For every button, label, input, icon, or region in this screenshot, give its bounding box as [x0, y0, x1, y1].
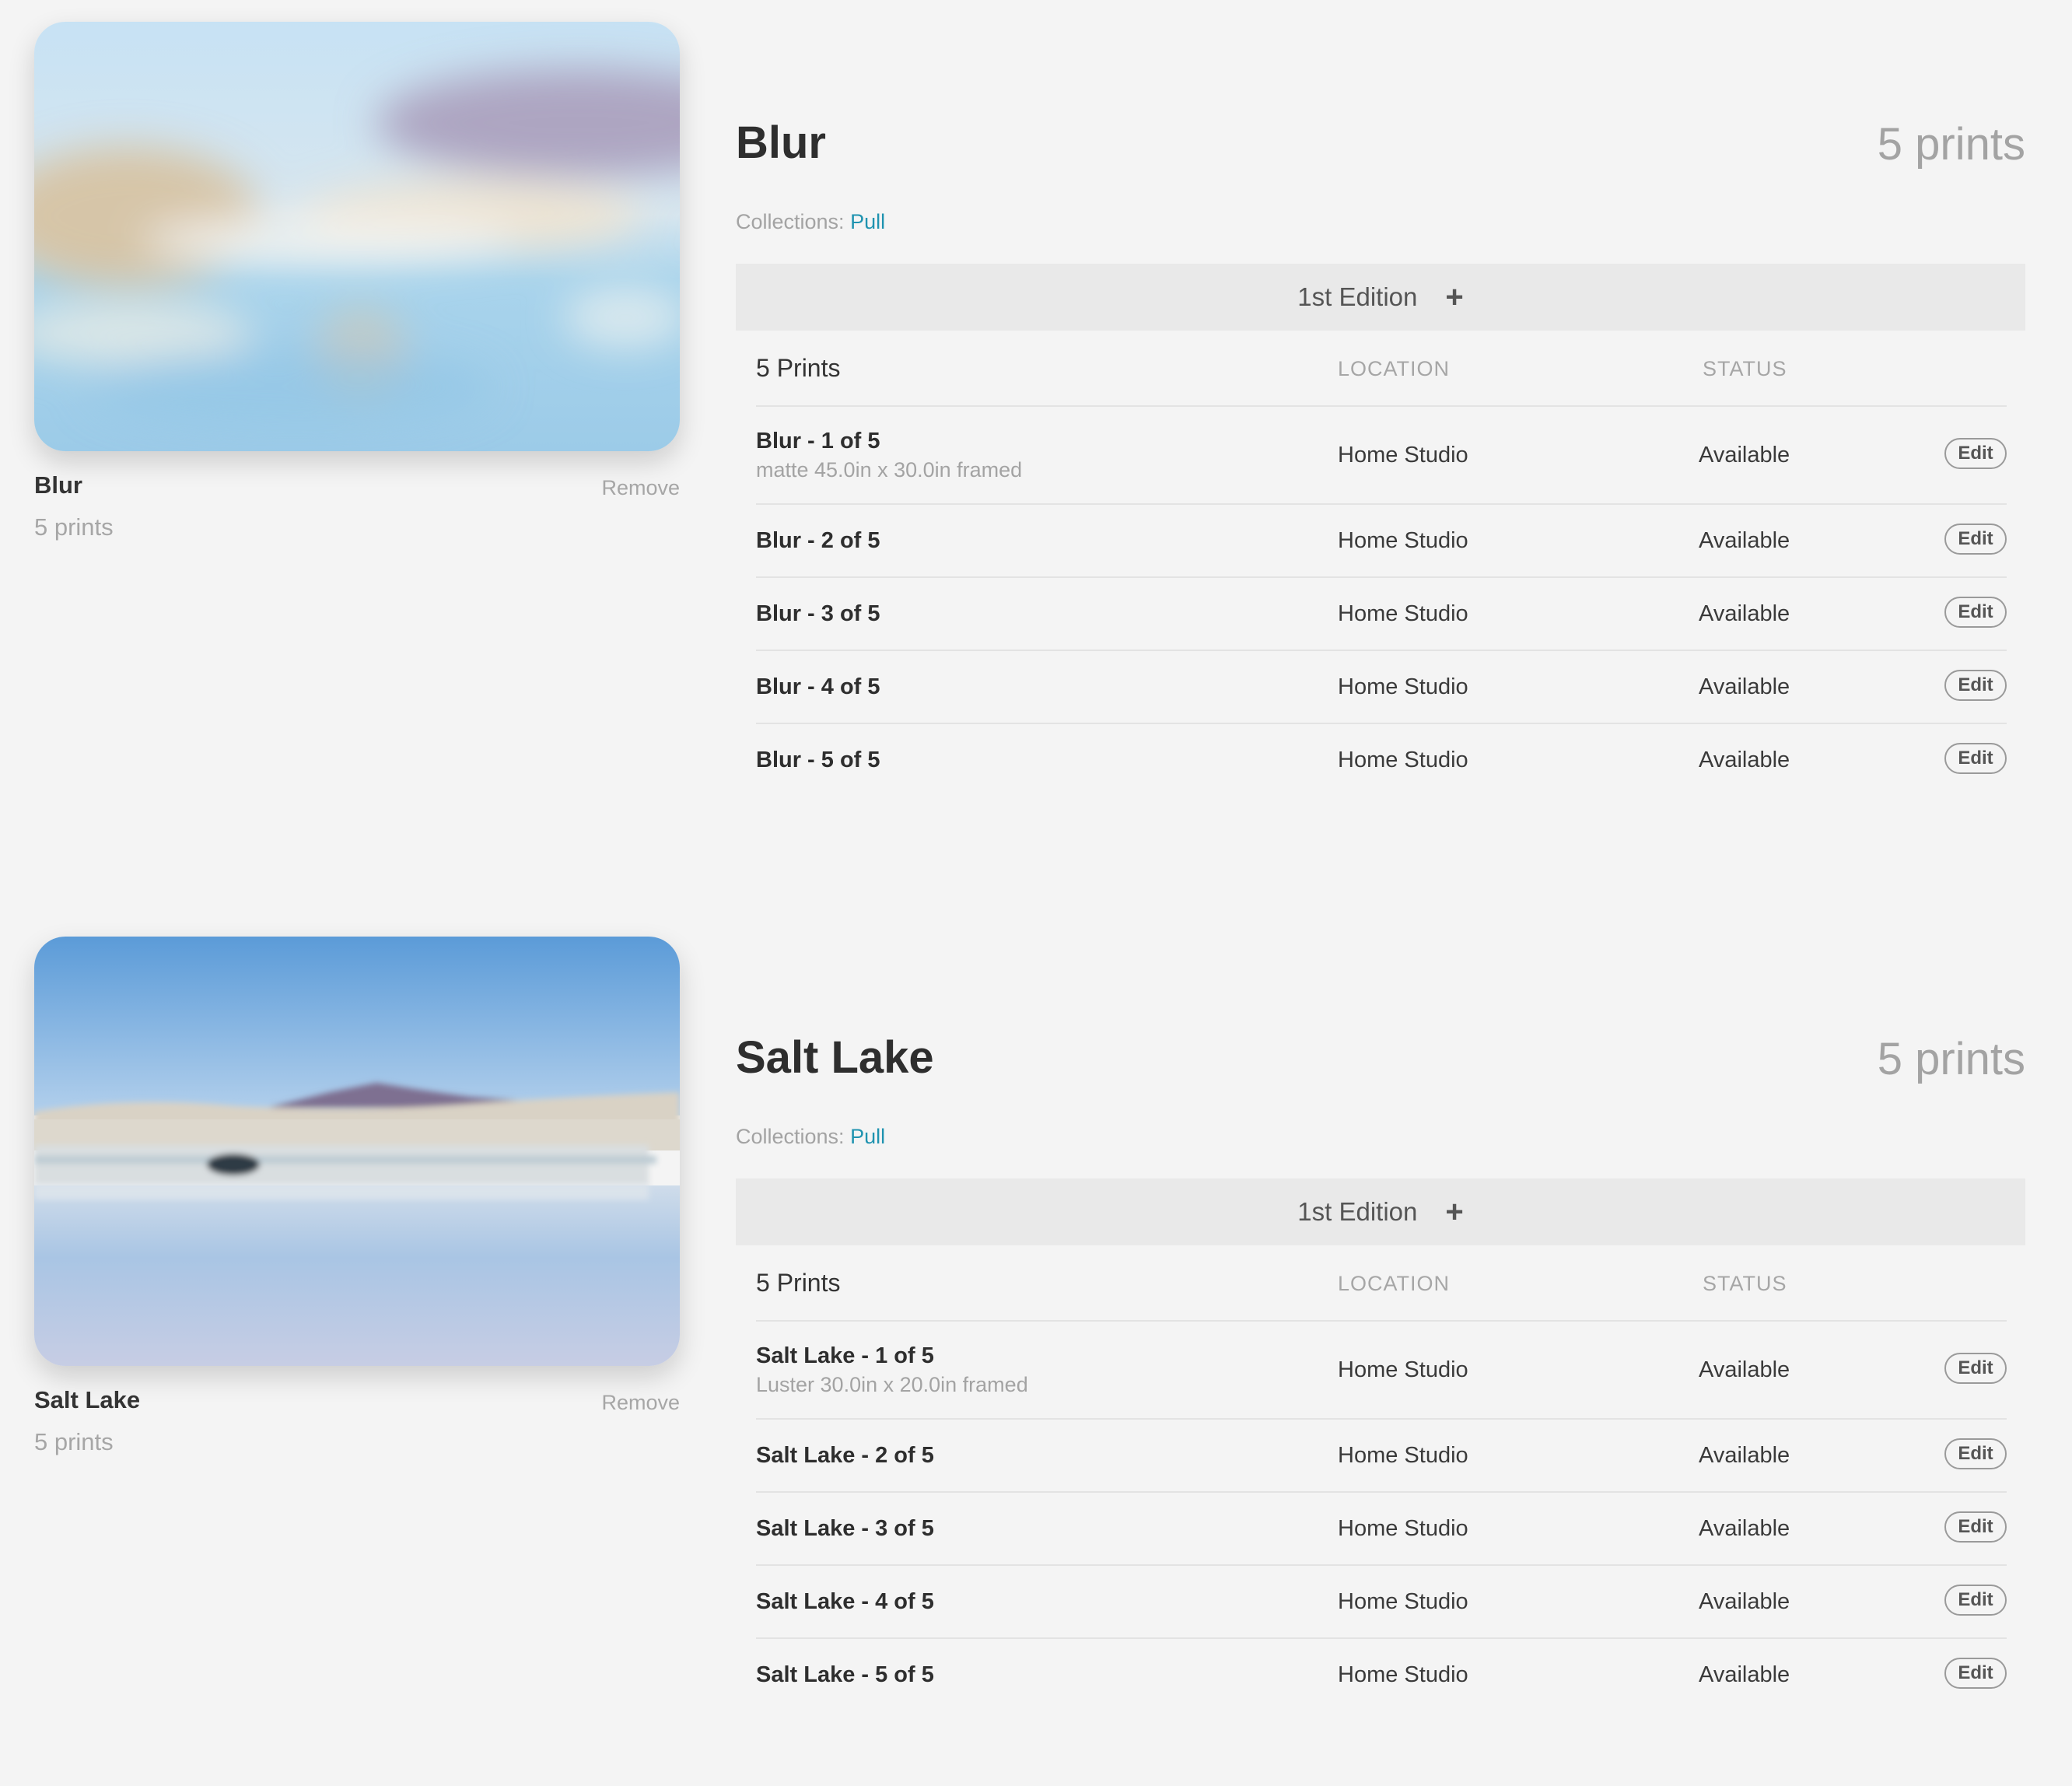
edition-bar: 1st Edition +: [736, 264, 2025, 331]
artwork-name: Blur: [34, 471, 82, 499]
print-name: Salt Lake - 1 of 5: [756, 1343, 934, 1368]
edit-button[interactable]: Edit: [1944, 524, 2007, 555]
collections-label: Collections:: [736, 1125, 845, 1148]
table-header: 5 Prints LOCATION STATUS: [756, 331, 2007, 407]
remove-button[interactable]: Remove: [601, 476, 680, 500]
collection-link[interactable]: Pull: [850, 210, 885, 233]
edition-label: 1st Edition: [1297, 282, 1418, 311]
print-name: Blur - 1 of 5: [756, 429, 880, 454]
print-location: Home Studio: [1338, 601, 1468, 626]
print-status: Available: [1699, 1443, 1790, 1468]
blurred-lake-image: [34, 22, 680, 451]
detail-header: Salt Lake 5 prints: [736, 1024, 2025, 1094]
edit-button[interactable]: Edit: [1944, 670, 2007, 701]
print-status: Available: [1699, 748, 1790, 772]
print-location: Home Studio: [1338, 528, 1468, 553]
print-status: Available: [1699, 443, 1790, 468]
artwork-thumbnail-salt-lake[interactable]: [34, 937, 680, 1366]
table-row: Blur - 4 of 5 Home Studio Available Edit: [756, 651, 2007, 724]
edit-button[interactable]: Edit: [1944, 1511, 2007, 1543]
print-name: Salt Lake - 5 of 5: [756, 1662, 934, 1687]
prints-table: 5 Prints LOCATION STATUS Blur - 1 of 5 m…: [756, 331, 2007, 796]
detail-print-count: 5 prints: [1877, 1034, 2025, 1084]
status-header: STATUS: [1703, 1272, 1787, 1295]
print-name: Salt Lake - 2 of 5: [756, 1443, 934, 1468]
detail-title: Blur: [736, 117, 826, 168]
prints-header: 5 Prints: [756, 354, 841, 382]
collections-label: Collections:: [736, 210, 845, 233]
edit-button[interactable]: Edit: [1944, 1438, 2007, 1469]
collection-link[interactable]: Pull: [850, 1125, 885, 1148]
location-header: LOCATION: [1338, 357, 1451, 380]
print-location: Home Studio: [1338, 674, 1468, 699]
print-description: Luster 30.0in x 20.0in framed: [756, 1373, 1028, 1396]
detail-print-count: 5 prints: [1877, 119, 2025, 170]
edit-button[interactable]: Edit: [1944, 1353, 2007, 1384]
edit-button[interactable]: Edit: [1944, 1585, 2007, 1616]
print-status: Available: [1699, 1589, 1790, 1614]
artwork-section-salt-lake: Salt Lake 5 prints Remove Salt Lake 5 pr…: [0, 915, 2072, 1770]
artwork-detail: Blur 5 prints Collections: Pull 1st Edit…: [736, 109, 2025, 796]
edit-button[interactable]: Edit: [1944, 1658, 2007, 1689]
edit-button[interactable]: Edit: [1944, 438, 2007, 469]
artwork-print-count: 5 prints: [34, 1428, 114, 1455]
print-status: Available: [1699, 601, 1790, 626]
prints-table: 5 Prints LOCATION STATUS Salt Lake - 1 o…: [756, 1245, 2007, 1711]
artwork-print-count: 5 prints: [34, 513, 114, 541]
print-location: Home Studio: [1338, 443, 1468, 468]
prints-header: 5 Prints: [756, 1269, 841, 1297]
print-location: Home Studio: [1338, 1357, 1468, 1382]
salt-lake-image: [34, 937, 680, 1366]
table-row: Blur - 1 of 5 matte 45.0in x 30.0in fram…: [756, 407, 2007, 505]
print-name: Blur - 5 of 5: [756, 748, 880, 772]
artwork-thumbnail-blur[interactable]: [34, 22, 680, 451]
print-status: Available: [1699, 674, 1790, 699]
print-status: Available: [1699, 528, 1790, 553]
print-status: Available: [1699, 1357, 1790, 1382]
print-description: matte 45.0in x 30.0in framed: [756, 458, 1023, 482]
print-status: Available: [1699, 1662, 1790, 1687]
table-row: Blur - 3 of 5 Home Studio Available Edit: [756, 578, 2007, 651]
detail-title: Salt Lake: [736, 1032, 934, 1083]
table-header: 5 Prints LOCATION STATUS: [756, 1245, 2007, 1322]
print-location: Home Studio: [1338, 1516, 1468, 1541]
print-name: Blur - 3 of 5: [756, 601, 880, 626]
print-location: Home Studio: [1338, 748, 1468, 772]
table-row: Salt Lake - 4 of 5 Home Studio Available…: [756, 1566, 2007, 1639]
print-location: Home Studio: [1338, 1589, 1468, 1614]
print-location: Home Studio: [1338, 1443, 1468, 1468]
edit-button[interactable]: Edit: [1944, 743, 2007, 774]
artwork-detail: Salt Lake 5 prints Collections: Pull 1st…: [736, 1024, 2025, 1711]
print-status: Available: [1699, 1516, 1790, 1541]
edit-button[interactable]: Edit: [1944, 597, 2007, 628]
artwork-name: Salt Lake: [34, 1386, 141, 1413]
remove-button[interactable]: Remove: [601, 1391, 680, 1415]
edition-label: 1st Edition: [1297, 1197, 1418, 1226]
print-location: Home Studio: [1338, 1662, 1468, 1687]
location-header: LOCATION: [1338, 1272, 1451, 1295]
print-name: Blur - 4 of 5: [756, 674, 880, 699]
print-name: Salt Lake - 3 of 5: [756, 1516, 934, 1541]
print-name: Salt Lake - 4 of 5: [756, 1589, 934, 1614]
artwork-caption: Salt Lake 5 prints Remove: [34, 1386, 680, 1456]
collections-line: Collections: Pull: [736, 210, 2025, 234]
table-row: Blur - 5 of 5 Home Studio Available Edit: [756, 724, 2007, 796]
status-header: STATUS: [1703, 357, 1787, 380]
table-row: Salt Lake - 3 of 5 Home Studio Available…: [756, 1493, 2007, 1566]
artwork-section-blur: Blur 5 prints Remove Blur 5 prints Colle…: [0, 0, 2072, 856]
table-row: Salt Lake - 5 of 5 Home Studio Available…: [756, 1639, 2007, 1711]
table-row: Salt Lake - 1 of 5 Luster 30.0in x 20.0i…: [756, 1322, 2007, 1420]
table-row: Salt Lake - 2 of 5 Home Studio Available…: [756, 1420, 2007, 1493]
table-row: Blur - 2 of 5 Home Studio Available Edit: [756, 505, 2007, 578]
artwork-caption: Blur 5 prints Remove: [34, 471, 680, 541]
edition-bar: 1st Edition +: [736, 1178, 2025, 1245]
plus-icon[interactable]: +: [1445, 282, 1463, 313]
plus-icon[interactable]: +: [1445, 1196, 1463, 1227]
collections-line: Collections: Pull: [736, 1125, 2025, 1149]
print-name: Blur - 2 of 5: [756, 528, 880, 553]
detail-header: Blur 5 prints: [736, 109, 2025, 179]
